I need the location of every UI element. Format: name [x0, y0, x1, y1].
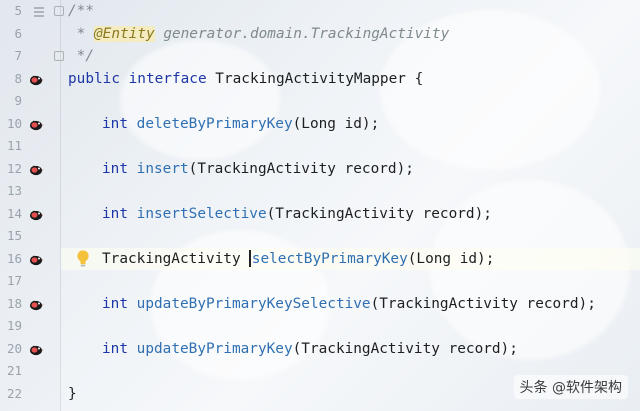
code-line-17[interactable]: 17 [0, 270, 640, 293]
code-line-15[interactable]: 15 [0, 225, 640, 248]
line-number: 8 [14, 70, 22, 86]
method-name: updateByPrimaryKey [136, 340, 293, 357]
method-name: updateByPrimaryKeySelective [136, 295, 371, 312]
watermark: 头条 @软件架构 [513, 375, 628, 399]
text-cursor [249, 250, 251, 267]
code-text: public interface TrackingActivityMapper … [68, 68, 423, 91]
return-type: int [102, 160, 128, 177]
line-number: 5 [14, 3, 22, 18]
line-number: 16 [6, 250, 22, 266]
return-type: TrackingActivity [102, 250, 241, 267]
code-line-14[interactable]: 14 int insertSelective(TrackingActivity r… [0, 203, 640, 226]
method-name: insertSelective [136, 205, 267, 222]
code-text: int insert(TrackingActivity record); [102, 158, 414, 181]
code-text: int deleteByPrimaryKey(Long id); [102, 113, 379, 136]
method-args: (TrackingActivity record); [188, 160, 414, 177]
doc-comment-icon[interactable] [32, 4, 48, 20]
code-line-9[interactable]: 9 [0, 90, 640, 113]
return-type: int [102, 115, 128, 132]
line-number: 17 [6, 273, 22, 288]
method-args: (TrackingActivity record); [292, 340, 518, 357]
line-number: 15 [6, 228, 22, 243]
line-number: 6 [14, 25, 22, 41]
method-name: insert [136, 160, 189, 177]
line-number: 7 [14, 48, 22, 63]
fold-icon[interactable] [54, 6, 64, 16]
method-args: (Long id); [292, 115, 380, 132]
method-args: (TrackingActivity record); [266, 205, 492, 222]
code-text: * @Entity generator.domain.TrackingActiv… [68, 23, 449, 46]
line-number: 9 [14, 93, 22, 108]
lightbulb-icon[interactable] [76, 249, 90, 269]
mybatis-bird-icon[interactable] [28, 206, 44, 222]
comment-prefix: * [68, 25, 94, 42]
code-text: int updateByPrimaryKey(TrackingActivity … [102, 338, 518, 361]
line-number: 21 [6, 363, 22, 378]
comment-text: */ [68, 48, 94, 64]
line-number: 20 [6, 340, 22, 356]
code-line-8[interactable]: 8 public interface TrackingActivityMapper… [0, 68, 640, 91]
fold-icon[interactable] [54, 51, 64, 61]
code-line-13[interactable]: 13 [0, 180, 640, 203]
mybatis-bird-icon[interactable] [28, 251, 44, 267]
method-name: deleteByPrimaryKey [136, 115, 293, 132]
line-number: 13 [6, 183, 22, 198]
code-line-10[interactable]: 10 int deleteByPrimaryKey(Long id); [0, 113, 640, 136]
code-text: } [68, 383, 77, 406]
comment-text: generator.domain.TrackingActivity [154, 25, 450, 42]
method-name: selectByPrimaryKey [251, 250, 408, 267]
code-text: int updateByPrimaryKeySelective(Tracking… [102, 293, 596, 316]
mybatis-bird-icon[interactable] [28, 296, 44, 312]
return-type: int [102, 295, 128, 312]
code-line-16[interactable]: 16 TrackingActivity selectByPrimaryKey(Lo… [0, 247, 640, 271]
code-line-11[interactable]: 11 [0, 135, 640, 158]
code-line-20[interactable]: 20 int updateByPrimaryKey(TrackingActivit… [0, 338, 640, 361]
code-line-7[interactable]: 7 */ [0, 45, 640, 68]
mybatis-bird-icon[interactable] [28, 341, 44, 357]
line-number: 19 [6, 318, 22, 333]
brace: { [405, 70, 424, 87]
return-type: int [102, 340, 128, 357]
code-line-5[interactable]: 5 /** [0, 0, 640, 23]
line-number: 18 [6, 295, 22, 311]
keyword: public interface [68, 70, 216, 87]
comment-text: /** [68, 3, 94, 19]
method-args: (Long id); [407, 250, 495, 267]
interface-name: TrackingActivityMapper [215, 70, 406, 87]
line-number: 10 [6, 115, 22, 131]
code-line-18[interactable]: 18 int updateByPrimaryKeySelective(Tracki… [0, 293, 640, 316]
line-number: 12 [6, 160, 22, 176]
mybatis-bird-icon[interactable] [28, 116, 44, 132]
code-line-12[interactable]: 12 int insert(TrackingActivity record); [0, 158, 640, 181]
annotation-tag: @Entity [94, 25, 155, 42]
brace: } [68, 385, 77, 402]
mybatis-bird-icon[interactable] [28, 161, 44, 177]
line-number: 22 [6, 385, 22, 401]
code-text: int insertSelective(TrackingActivity rec… [102, 203, 492, 226]
code-text: TrackingActivity selectByPrimaryKey(Long… [102, 248, 494, 271]
line-number: 11 [6, 138, 22, 153]
method-args: (TrackingActivity record); [370, 295, 596, 312]
line-number: 14 [6, 205, 22, 221]
return-type: int [102, 205, 128, 222]
code-text: */ [68, 45, 94, 68]
code-text: /** [68, 0, 94, 23]
code-line-19[interactable]: 19 [0, 315, 640, 338]
mybatis-bird-icon[interactable] [28, 71, 44, 87]
code-line-6[interactable]: 6 * @Entity generator.domain.TrackingAct… [0, 23, 640, 46]
